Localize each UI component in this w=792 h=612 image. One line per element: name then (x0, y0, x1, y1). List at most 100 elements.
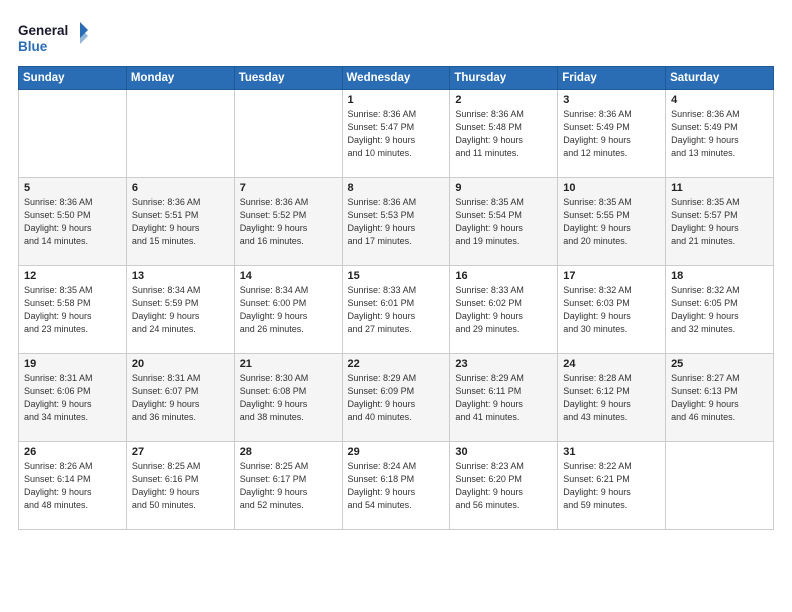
day-info: Sunrise: 8:27 AM Sunset: 6:13 PM Dayligh… (671, 372, 768, 424)
calendar-cell: 6 Sunrise: 8:36 AM Sunset: 5:51 PM Daylig… (126, 178, 234, 266)
week-row-3: 12Sunrise: 8:35 AM Sunset: 5:58 PM Dayli… (19, 266, 774, 354)
header: General Blue (18, 18, 774, 56)
page: General Blue SundayMondayTuesdayWednesda… (0, 0, 792, 612)
calendar-cell: 20 Sunrise: 8:31 AM Sunset: 6:07 PM Dayli… (126, 354, 234, 442)
day-info: Sunrise: 8:36 AM Sunset: 5:47 PM Dayligh… (348, 108, 445, 160)
day-info: Sunrise: 8:28 AM Sunset: 6:12 PM Dayligh… (563, 372, 660, 424)
day-number: 14 (240, 270, 337, 282)
day-info: Sunrise: 8:34 AM Sunset: 5:59 PM Dayligh… (132, 284, 229, 336)
calendar-cell: 24 Sunrise: 8:28 AM Sunset: 6:12 PM Dayli… (558, 354, 666, 442)
day-number: 25 (671, 358, 768, 370)
day-info: Sunrise: 8:30 AM Sunset: 6:08 PM Dayligh… (240, 372, 337, 424)
calendar-cell: 29 Sunrise: 8:24 AM Sunset: 6:18 PM Dayli… (342, 442, 450, 530)
day-number: 20 (132, 358, 229, 370)
weekday-thursday: Thursday (450, 67, 558, 90)
day-number: 8 (348, 182, 445, 194)
day-number: 31 (563, 446, 660, 458)
day-info: Sunrise: 8:36 AM Sunset: 5:51 PM Dayligh… (132, 196, 229, 248)
day-number: 28 (240, 446, 337, 458)
day-number: 3 (563, 94, 660, 106)
day-number: 2 (455, 94, 552, 106)
day-info: Sunrise: 8:32 AM Sunset: 6:03 PM Dayligh… (563, 284, 660, 336)
day-info: Sunrise: 8:33 AM Sunset: 6:02 PM Dayligh… (455, 284, 552, 336)
calendar-cell: 2 Sunrise: 8:36 AM Sunset: 5:48 PM Daylig… (450, 90, 558, 178)
calendar-cell: 3 Sunrise: 8:36 AM Sunset: 5:49 PM Daylig… (558, 90, 666, 178)
day-info: Sunrise: 8:35 AM Sunset: 5:58 PM Dayligh… (24, 284, 121, 336)
day-number: 15 (348, 270, 445, 282)
calendar-cell: 23Sunrise: 8:29 AM Sunset: 6:11 PM Dayli… (450, 354, 558, 442)
day-number: 9 (455, 182, 552, 194)
day-info: Sunrise: 8:36 AM Sunset: 5:48 PM Dayligh… (455, 108, 552, 160)
day-info: Sunrise: 8:36 AM Sunset: 5:52 PM Dayligh… (240, 196, 337, 248)
calendar-cell: 12Sunrise: 8:35 AM Sunset: 5:58 PM Dayli… (19, 266, 127, 354)
day-number: 27 (132, 446, 229, 458)
logo-svg: General Blue (18, 18, 88, 56)
calendar-cell: 21 Sunrise: 8:30 AM Sunset: 6:08 PM Dayli… (234, 354, 342, 442)
week-row-4: 19 Sunrise: 8:31 AM Sunset: 6:06 PM Dayli… (19, 354, 774, 442)
day-info: Sunrise: 8:35 AM Sunset: 5:57 PM Dayligh… (671, 196, 768, 248)
day-number: 6 (132, 182, 229, 194)
calendar-cell: 18Sunrise: 8:32 AM Sunset: 6:05 PM Dayli… (666, 266, 774, 354)
day-info: Sunrise: 8:36 AM Sunset: 5:53 PM Dayligh… (348, 196, 445, 248)
weekday-monday: Monday (126, 67, 234, 90)
day-info: Sunrise: 8:31 AM Sunset: 6:07 PM Dayligh… (132, 372, 229, 424)
day-info: Sunrise: 8:34 AM Sunset: 6:00 PM Dayligh… (240, 284, 337, 336)
calendar-cell: 9Sunrise: 8:35 AM Sunset: 5:54 PM Daylig… (450, 178, 558, 266)
weekday-tuesday: Tuesday (234, 67, 342, 90)
day-number: 19 (24, 358, 121, 370)
calendar-cell: 5 Sunrise: 8:36 AM Sunset: 5:50 PM Daylig… (19, 178, 127, 266)
svg-text:Blue: Blue (18, 39, 48, 54)
day-info: Sunrise: 8:36 AM Sunset: 5:49 PM Dayligh… (671, 108, 768, 160)
calendar-cell: 16Sunrise: 8:33 AM Sunset: 6:02 PM Dayli… (450, 266, 558, 354)
calendar-cell: 30 Sunrise: 8:23 AM Sunset: 6:20 PM Dayli… (450, 442, 558, 530)
calendar-cell: 22Sunrise: 8:29 AM Sunset: 6:09 PM Dayli… (342, 354, 450, 442)
day-number: 4 (671, 94, 768, 106)
day-info: Sunrise: 8:22 AM Sunset: 6:21 PM Dayligh… (563, 460, 660, 512)
day-number: 29 (348, 446, 445, 458)
calendar-cell (19, 90, 127, 178)
weekday-sunday: Sunday (19, 67, 127, 90)
day-number: 11 (671, 182, 768, 194)
calendar-cell: 1Sunrise: 8:36 AM Sunset: 5:47 PM Daylig… (342, 90, 450, 178)
week-row-2: 5 Sunrise: 8:36 AM Sunset: 5:50 PM Daylig… (19, 178, 774, 266)
calendar-cell: 25 Sunrise: 8:27 AM Sunset: 6:13 PM Dayli… (666, 354, 774, 442)
weekday-wednesday: Wednesday (342, 67, 450, 90)
day-info: Sunrise: 8:24 AM Sunset: 6:18 PM Dayligh… (348, 460, 445, 512)
calendar-cell: 13Sunrise: 8:34 AM Sunset: 5:59 PM Dayli… (126, 266, 234, 354)
logo: General Blue (18, 18, 88, 56)
day-number: 26 (24, 446, 121, 458)
calendar-cell: 11 Sunrise: 8:35 AM Sunset: 5:57 PM Dayli… (666, 178, 774, 266)
day-number: 22 (348, 358, 445, 370)
day-number: 17 (563, 270, 660, 282)
calendar-cell: 4 Sunrise: 8:36 AM Sunset: 5:49 PM Daylig… (666, 90, 774, 178)
day-number: 5 (24, 182, 121, 194)
day-number: 30 (455, 446, 552, 458)
day-number: 21 (240, 358, 337, 370)
day-info: Sunrise: 8:33 AM Sunset: 6:01 PM Dayligh… (348, 284, 445, 336)
calendar-cell: 19 Sunrise: 8:31 AM Sunset: 6:06 PM Dayli… (19, 354, 127, 442)
calendar-cell: 8 Sunrise: 8:36 AM Sunset: 5:53 PM Daylig… (342, 178, 450, 266)
week-row-1: 1Sunrise: 8:36 AM Sunset: 5:47 PM Daylig… (19, 90, 774, 178)
day-info: Sunrise: 8:25 AM Sunset: 6:16 PM Dayligh… (132, 460, 229, 512)
day-info: Sunrise: 8:36 AM Sunset: 5:49 PM Dayligh… (563, 108, 660, 160)
calendar-cell: 10Sunrise: 8:35 AM Sunset: 5:55 PM Dayli… (558, 178, 666, 266)
day-number: 7 (240, 182, 337, 194)
calendar-cell: 31 Sunrise: 8:22 AM Sunset: 6:21 PM Dayli… (558, 442, 666, 530)
calendar-cell: 26 Sunrise: 8:26 AM Sunset: 6:14 PM Dayli… (19, 442, 127, 530)
weekday-header-row: SundayMondayTuesdayWednesdayThursdayFrid… (19, 67, 774, 90)
day-info: Sunrise: 8:26 AM Sunset: 6:14 PM Dayligh… (24, 460, 121, 512)
day-info: Sunrise: 8:36 AM Sunset: 5:50 PM Dayligh… (24, 196, 121, 248)
day-info: Sunrise: 8:25 AM Sunset: 6:17 PM Dayligh… (240, 460, 337, 512)
calendar-cell: 17 Sunrise: 8:32 AM Sunset: 6:03 PM Dayli… (558, 266, 666, 354)
day-number: 10 (563, 182, 660, 194)
day-info: Sunrise: 8:31 AM Sunset: 6:06 PM Dayligh… (24, 372, 121, 424)
calendar-cell: 7 Sunrise: 8:36 AM Sunset: 5:52 PM Daylig… (234, 178, 342, 266)
calendar-cell: 14 Sunrise: 8:34 AM Sunset: 6:00 PM Dayli… (234, 266, 342, 354)
weekday-friday: Friday (558, 67, 666, 90)
day-info: Sunrise: 8:23 AM Sunset: 6:20 PM Dayligh… (455, 460, 552, 512)
day-number: 18 (671, 270, 768, 282)
calendar-cell (666, 442, 774, 530)
day-number: 24 (563, 358, 660, 370)
svg-text:General: General (18, 23, 68, 38)
calendar-cell: 28 Sunrise: 8:25 AM Sunset: 6:17 PM Dayli… (234, 442, 342, 530)
